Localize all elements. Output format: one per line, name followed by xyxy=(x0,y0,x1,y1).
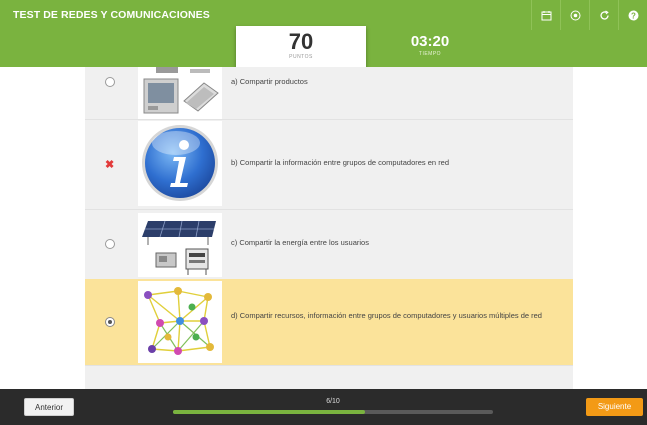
question-area: a) Compartir productos ✖ b) Compartir la… xyxy=(0,67,647,389)
option-c-text: c) Compartir la energía entre los usuari… xyxy=(231,238,369,247)
previous-button[interactable]: Anterior xyxy=(24,398,74,416)
option-a-text: a) Compartir productos xyxy=(231,77,308,86)
option-b[interactable]: ✖ b) Compartir la información entre grup… xyxy=(85,119,573,210)
option-b-text: b) Compartir la información entre grupos… xyxy=(231,158,450,167)
option-c-radio[interactable] xyxy=(105,239,115,249)
score-card: 70 PUNTOS xyxy=(236,26,366,70)
eye-icon[interactable] xyxy=(560,0,589,30)
progress-label: 6/10 xyxy=(326,398,340,405)
computer-hardware-image xyxy=(138,67,222,119)
option-a[interactable]: a) Compartir productos xyxy=(85,67,573,120)
network-diagram-image xyxy=(138,281,222,363)
solar-panels-image xyxy=(138,213,222,277)
progress-fill xyxy=(173,410,365,414)
refresh-icon[interactable] xyxy=(589,0,618,30)
next-button[interactable]: Siguiente xyxy=(586,398,643,416)
bottom-bar: Anterior 6/10 Siguiente xyxy=(0,389,647,425)
score-value: 70 xyxy=(288,29,314,54)
option-c[interactable]: c) Compartir la energía entre los usuari… xyxy=(85,209,573,280)
option-d-text: d) Compartir recursos, información entre… xyxy=(231,311,542,320)
timer-value: 03:20 xyxy=(410,33,450,50)
progress-bar xyxy=(173,410,493,414)
option-d[interactable]: d) Compartir recursos, información entre… xyxy=(85,279,573,366)
toolbar: ? xyxy=(531,0,647,30)
option-a-radio[interactable] xyxy=(105,77,115,87)
calendar-icon[interactable] xyxy=(531,0,560,30)
help-icon[interactable]: ? xyxy=(618,0,647,30)
score-label: PUNTOS xyxy=(289,54,313,60)
timer-label: TIEMPO xyxy=(418,51,442,57)
option-d-radio[interactable] xyxy=(105,317,115,327)
svg-text:?: ? xyxy=(631,11,636,20)
info-icon-image xyxy=(138,121,222,206)
option-b-wrong-icon[interactable]: ✖ xyxy=(105,160,115,171)
app-title: TEST DE REDES Y COMUNICACIONES xyxy=(13,9,210,21)
timer: 03:20 TIEMPO xyxy=(395,33,465,57)
